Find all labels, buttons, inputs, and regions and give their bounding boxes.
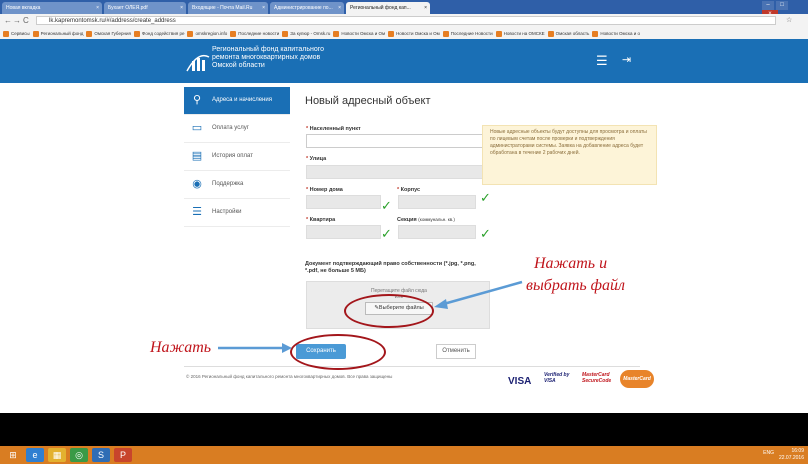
bookmark-icon <box>547 30 554 37</box>
hamburger-icon[interactable]: ☰ <box>596 54 608 67</box>
site-logo[interactable] <box>185 49 211 75</box>
bookmark-item[interactable]: Новости Омска и о <box>592 28 640 39</box>
bookmark-icon <box>3 30 9 37</box>
clock-time[interactable]: 16:09 <box>779 448 804 455</box>
bookmark-icon <box>86 30 93 37</box>
tab-label: Администрирование по... <box>274 5 333 11</box>
bookmark-item[interactable]: Новости Омска и Ом <box>388 28 440 39</box>
annotation-arrows <box>218 280 523 353</box>
bookmark-label: Омская Губерния <box>94 31 131 36</box>
reload-icon[interactable]: C <box>23 16 29 25</box>
browser-tab[interactable]: Бухает ОЛЕЯ.pdf × <box>104 2 186 14</box>
browser-tab[interactable]: Новая вкладка × <box>2 2 102 14</box>
desktop-background <box>0 413 808 446</box>
star-icon[interactable]: ☆ <box>786 16 792 24</box>
logout-icon[interactable]: ⇥ <box>622 54 631 67</box>
back-icon[interactable]: ← <box>4 16 12 25</box>
url-input[interactable]: lk.kapremontomsk.ru/#/address/create_add… <box>36 16 776 25</box>
lang-indicator[interactable]: ENG <box>763 450 774 457</box>
bookmark-item[interactable]: Новости Омска и Ом <box>333 28 385 39</box>
site-header: Региональный фонд капитального ремонта м… <box>0 39 808 83</box>
explorer-icon[interactable]: ▦ <box>48 448 66 462</box>
skype-icon[interactable]: S <box>92 448 110 462</box>
minimize-icon[interactable]: – <box>762 1 774 10</box>
taskbar: ⊞ e ▦ ◎ S P ENG 16:09 22.07.2016 <box>0 446 808 464</box>
page-content: ⚲ Адреса и начисления ▭ Оплата услуг ▤ И… <box>0 83 808 413</box>
bookmark-icon <box>333 30 340 37</box>
close-icon[interactable]: × <box>424 2 427 14</box>
bookmark-icon <box>230 30 237 37</box>
bookmark-item[interactable]: omskregion.info <box>187 28 227 39</box>
bookmark-item[interactable]: Последние новости <box>230 28 279 39</box>
site-name-line: Омской области <box>212 62 265 69</box>
browser-tab[interactable]: Входящие - Почта Mail.Ru × <box>188 2 268 14</box>
bookmark-item[interactable]: Сервисы <box>3 28 30 39</box>
address-bar: ← → C lk.kapremontomsk.ru/#/address/crea… <box>0 14 808 29</box>
bookmark-label: За купюр - Omsk.ru <box>290 31 331 36</box>
bookmark-item[interactable]: За купюр - Omsk.ru <box>282 28 330 39</box>
bookmark-icon <box>32 30 39 37</box>
system-tray: ENG 16:09 22.07.2016 <box>763 448 804 462</box>
forward-icon[interactable]: → <box>13 16 21 25</box>
bookmark-label: Сервисы <box>11 31 30 36</box>
bookmark-icon <box>495 30 502 37</box>
bookmark-label: Новости Омска и Ом <box>396 31 440 36</box>
browser-tab-active[interactable]: Региональный фонд кап... × <box>346 2 430 14</box>
tab-label: Входящие - Почта Mail.Ru <box>192 5 253 11</box>
close-icon[interactable]: × <box>262 2 265 14</box>
bookmark-item[interactable]: Омская область <box>547 28 590 39</box>
bookmark-item[interactable]: Новости на ОМСКЕ <box>495 28 545 39</box>
bookmark-label: Фонд содействия ре <box>141 31 185 36</box>
powerpoint-icon[interactable]: P <box>114 448 132 462</box>
window-controls: –□× <box>760 1 804 19</box>
bookmark-label: Последние Новости <box>450 31 493 36</box>
bookmark-icon <box>282 30 289 37</box>
bookmark-icon <box>187 30 194 37</box>
site-name-line: ремонта многоквартирных домов <box>212 54 321 61</box>
bookmark-label: Последние новости <box>238 31 280 36</box>
bookmark-icon <box>592 30 599 37</box>
tab-label: Новая вкладка <box>6 5 41 11</box>
maximize-icon[interactable]: □ <box>776 1 788 10</box>
close-icon[interactable]: × <box>96 2 99 14</box>
ie-icon[interactable]: e <box>26 448 44 462</box>
close-icon[interactable]: × <box>180 2 183 14</box>
bookmark-label: Новости на ОМСКЕ <box>503 31 545 36</box>
clock-date[interactable]: 22.07.2016 <box>779 455 804 462</box>
bookmark-label: omskregion.info <box>195 31 228 36</box>
bookmark-label: Новости Омска и Ом <box>341 31 386 36</box>
bookmark-item[interactable]: Последние Новости <box>442 28 493 39</box>
tab-label: Региональный фонд кап... <box>350 5 411 11</box>
tab-label: Бухает ОЛЕЯ.pdf <box>108 5 148 11</box>
bookmark-label: Омская область <box>555 31 590 36</box>
bookmark-icon <box>388 30 395 37</box>
browser-tab[interactable]: Администрирование по... × <box>270 2 344 14</box>
bookmark-label: Региональный фонд <box>40 31 84 36</box>
bookmark-icon <box>442 30 449 37</box>
bookmark-icon <box>133 30 140 37</box>
bookmark-label: Новости Омска и о <box>600 31 640 36</box>
close-icon[interactable]: × <box>338 2 341 14</box>
site-name-line: Региональный фонд капитального <box>212 46 325 53</box>
site-name[interactable]: Региональный фонд капитального ремонта м… <box>212 46 392 70</box>
bookmark-item[interactable]: Фонд содействия ре <box>133 28 185 39</box>
bookmark-item[interactable]: Региональный фонд <box>32 28 84 39</box>
chrome-icon[interactable]: ◎ <box>70 448 88 462</box>
windows-start-icon[interactable]: ⊞ <box>4 448 22 462</box>
bookmark-item[interactable]: Омская Губерния <box>86 28 131 39</box>
browser-tab-bar: Новая вкладка × Бухает ОЛЕЯ.pdf × Входящие… <box>0 0 808 19</box>
